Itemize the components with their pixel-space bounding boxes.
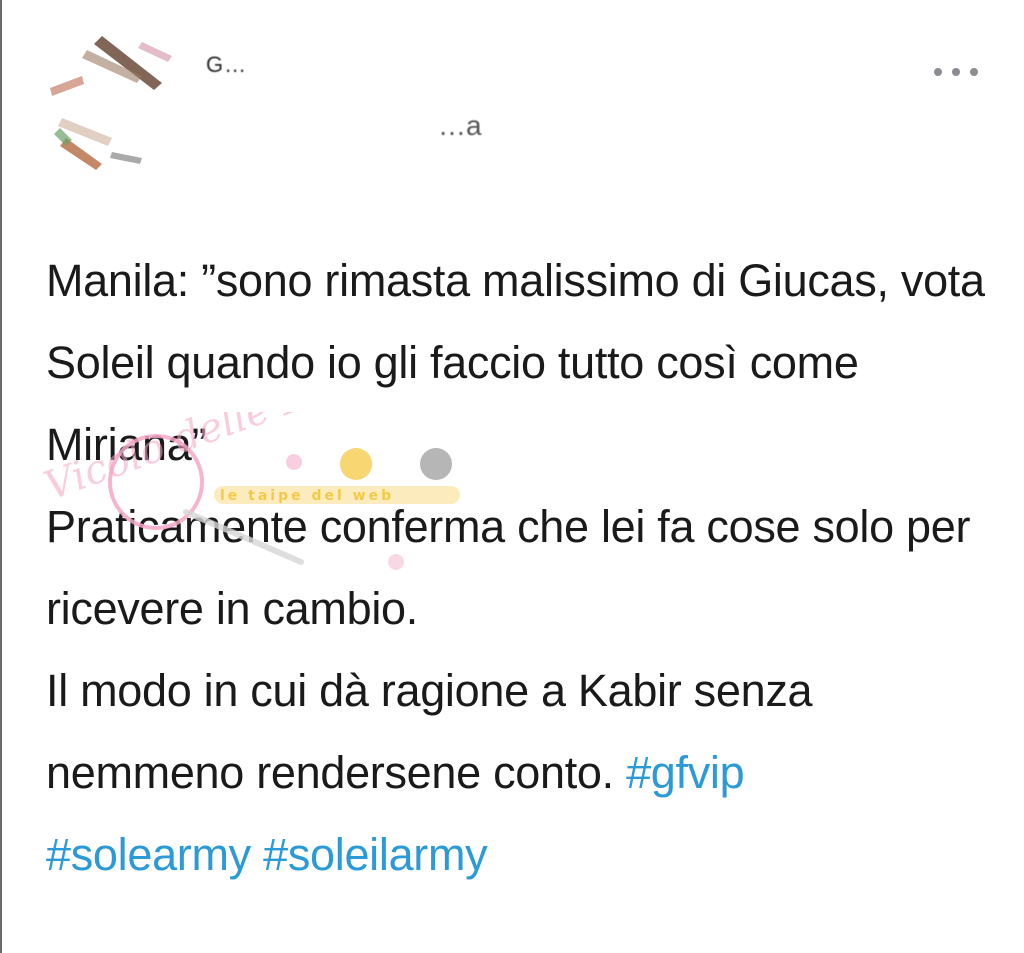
avatar[interactable]	[42, 28, 188, 174]
tweet-paragraph: Manila: ”sono rimasta malissimo di Giuca…	[46, 255, 985, 470]
hashtag-link[interactable]: #solearmy	[46, 829, 251, 880]
author-display-name[interactable]: G…	[206, 52, 247, 78]
more-horizontal-icon[interactable]	[934, 62, 978, 82]
avatar-image	[42, 28, 188, 174]
dot	[970, 68, 978, 76]
dot	[934, 68, 942, 76]
tweet-paragraph: Praticamente conferma che lei fa cose so…	[46, 501, 971, 634]
hashtag-link[interactable]: #gfvip	[626, 747, 745, 798]
hashtag-link[interactable]: #soleilarmy	[263, 829, 488, 880]
screen-edge	[0, 0, 2, 953]
dot	[952, 68, 960, 76]
tweet-card: G… …a Manila: ”sono rimasta malissimo di…	[0, 0, 1024, 953]
tweet-text: Manila: ”sono rimasta malissimo di Giuca…	[46, 240, 986, 896]
tweet-paragraph: Il modo in cui dà ragione a Kabir senza …	[46, 650, 986, 896]
author-handle[interactable]: …a	[438, 110, 482, 142]
